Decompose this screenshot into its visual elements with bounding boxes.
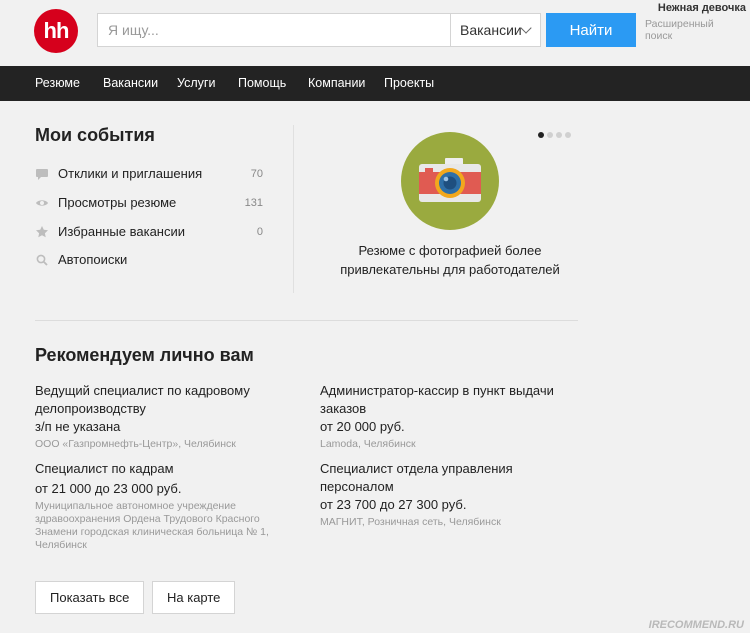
event-item-responses[interactable]: Отклики и приглашения 70 (35, 165, 263, 185)
main-content: Мои события Отклики и приглашения 70 Про… (0, 101, 750, 633)
search-icon (36, 254, 48, 266)
advanced-search-link[interactable]: Расширенный поиск (645, 18, 725, 42)
watermark: IRECOMMEND.RU (648, 619, 744, 631)
search-category-value: Вакансии (460, 22, 522, 38)
event-item-favorites[interactable]: Избранные вакансии 0 (35, 223, 263, 243)
camera-icon (419, 158, 481, 202)
nav-item-services[interactable]: Услуги (177, 66, 215, 101)
vacancy-title-line[interactable]: Ведущий специалист по кадровому (35, 382, 285, 400)
carousel-dot-1[interactable] (538, 132, 544, 138)
nav-item-resume[interactable]: Резюме (35, 66, 80, 101)
vacancy-card[interactable]: Администратор-кассир в пункт выдачи зака… (320, 382, 570, 451)
vacancy-title-line[interactable]: Администратор-кассир в пункт выдачи (320, 382, 570, 400)
recommend-title: Рекомендуем лично вам (35, 345, 254, 365)
event-count: 131 (244, 197, 263, 209)
vacancy-card[interactable]: Специалист по кадрам от 21 000 до 23 000… (35, 460, 285, 552)
horizontal-divider (35, 320, 578, 321)
search-box: Вакансии (97, 13, 541, 47)
vacancy-company: Lamoda, Челябинск (320, 438, 416, 450)
event-item-views[interactable]: Просмотры резюме 131 (35, 194, 263, 214)
vacancy-title-line[interactable]: заказов (320, 400, 570, 418)
carousel-dot-4[interactable] (565, 132, 571, 138)
show-all-button[interactable]: Показать все (35, 581, 145, 614)
vacancy-company: здравоохранения Ордена Трудового Красног… (35, 513, 260, 525)
promo-text-line2: привлекательны для работодателей (340, 262, 560, 277)
advanced-search-line1: Расширенный (645, 18, 714, 30)
vacancy-company: Челябинск (35, 539, 87, 551)
vacancy-company: Муниципальное автономное учреждение (35, 500, 236, 512)
event-label: Автопоиски (58, 252, 128, 267)
top-bar: hh Вакансии Найти Расширенный поиск Нежн… (0, 0, 750, 66)
vacancy-company: Знамени городская клиническая больница №… (35, 526, 269, 538)
nav-item-projects[interactable]: Проекты (384, 66, 434, 101)
chevron-down-icon (520, 22, 532, 34)
vacancy-title-line[interactable]: делопроизводству (35, 400, 285, 418)
user-name[interactable]: Нежная девочка (658, 2, 746, 14)
vertical-divider (293, 125, 294, 293)
hh-logo[interactable]: hh (34, 9, 78, 53)
vacancy-salary: от 21 000 до 23 000 руб. (35, 481, 182, 496)
advanced-search-line2: поиск (645, 30, 673, 42)
vacancy-salary: з/п не указана (35, 419, 121, 434)
nav-item-companies[interactable]: Компании (308, 66, 365, 101)
vacancy-card[interactable]: Специалист отдела управления персоналом … (320, 460, 570, 529)
comment-icon (36, 169, 48, 180)
carousel-dot-3[interactable] (556, 132, 562, 138)
vacancy-salary: от 20 000 руб. (320, 419, 405, 434)
vacancy-title-line[interactable]: Специалист отдела управления (320, 460, 570, 478)
promo-image[interactable] (401, 132, 499, 230)
search-input[interactable] (98, 14, 450, 46)
vacancy-company: МАГНИТ, Розничная сеть, Челябинск (320, 516, 501, 528)
event-label: Отклики и приглашения (58, 166, 203, 181)
eye-icon (36, 200, 48, 206)
carousel-dot-2[interactable] (547, 132, 553, 138)
star-icon (36, 226, 48, 238)
vacancy-title-line[interactable]: Специалист по кадрам (35, 460, 285, 478)
promo-text-line1: Резюме с фотографией более (358, 243, 542, 258)
vacancy-card[interactable]: Ведущий специалист по кадровому делопрои… (35, 382, 285, 451)
event-label: Избранные вакансии (58, 224, 186, 239)
events-title: Мои события (35, 125, 155, 145)
search-category-select[interactable]: Вакансии (450, 14, 540, 46)
on-map-button[interactable]: На карте (152, 581, 236, 614)
vacancy-company: ООО «Газпромнефть-Центр», Челябинск (35, 438, 236, 450)
promo-text[interactable]: Резюме с фотографией более привлекательн… (320, 241, 580, 279)
main-nav: Резюме Вакансии Услуги Помощь Компании П… (0, 66, 750, 101)
find-button[interactable]: Найти (546, 13, 636, 47)
event-label: Просмотры резюме (58, 195, 177, 210)
vacancy-salary: от 23 700 до 27 300 руб. (320, 497, 467, 512)
nav-item-help[interactable]: Помощь (238, 66, 286, 101)
event-count: 70 (250, 168, 263, 180)
vacancy-title-line[interactable]: персоналом (320, 478, 570, 496)
event-count: 0 (256, 226, 263, 238)
carousel-dots (538, 125, 574, 143)
nav-item-vacancies[interactable]: Вакансии (103, 66, 158, 101)
event-item-autosearch[interactable]: Автопоиски (35, 251, 263, 271)
